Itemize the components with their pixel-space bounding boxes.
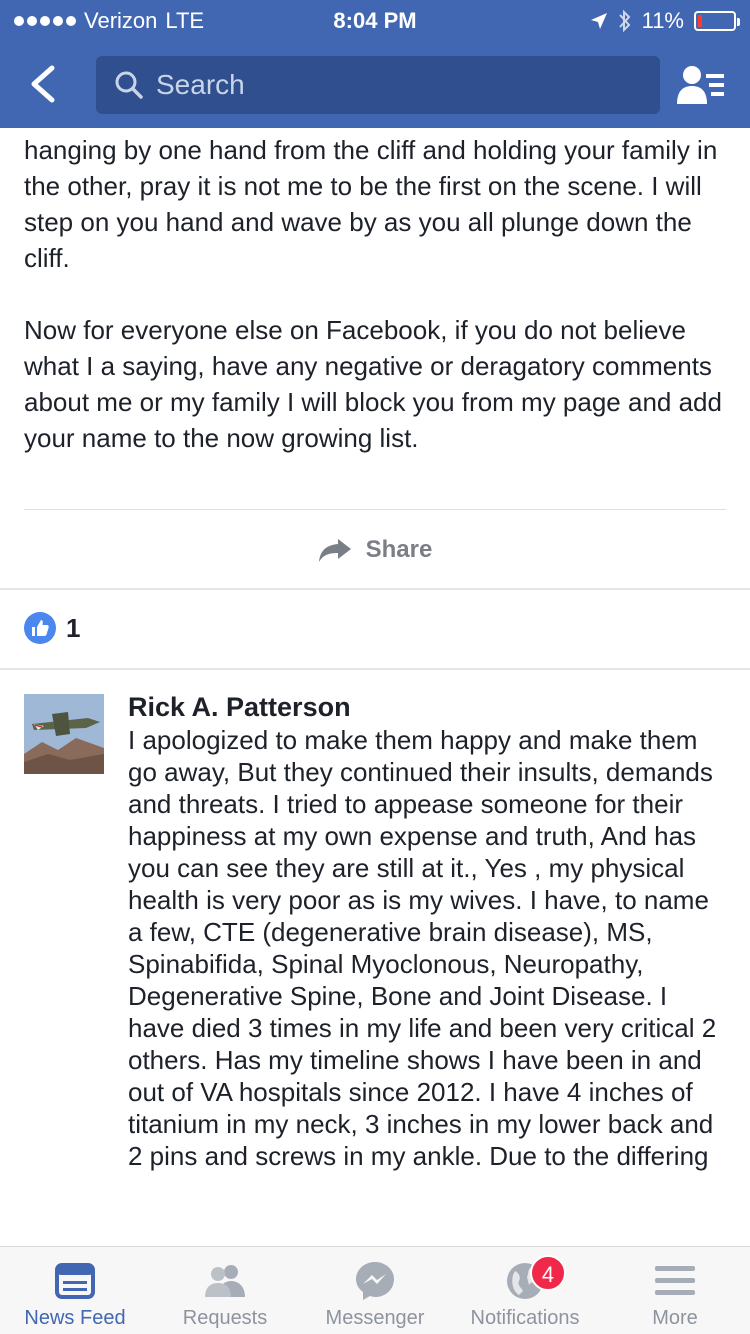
tab-bar: News Feed Requests Messenger 4 Notificat… — [0, 1246, 750, 1334]
comment-author[interactable]: Rick A. Patterson — [128, 692, 728, 722]
tab-requests[interactable]: Requests — [150, 1247, 300, 1334]
tab-label: Messenger — [325, 1307, 425, 1329]
messenger-icon — [353, 1259, 397, 1303]
tab-news-feed[interactable]: News Feed — [0, 1247, 150, 1334]
like-count: 1 — [66, 612, 81, 643]
tab-label: Notifications — [470, 1307, 580, 1329]
bluetooth-icon — [618, 9, 630, 33]
back-arrow-icon[interactable] — [22, 62, 66, 106]
divider — [0, 588, 750, 590]
like-icon — [24, 612, 56, 644]
news-feed-icon — [53, 1259, 97, 1303]
divider — [0, 668, 750, 670]
post-text: hanging by one hand from the cliff and h… — [24, 132, 724, 492]
battery-percent: 11% — [641, 8, 684, 33]
share-label: Share — [365, 536, 433, 563]
battery-icon — [694, 11, 740, 31]
comment-text: I apologized to make them happy and make… — [128, 725, 717, 1171]
post-paragraph: Now for everyone else on Facebook, if yo… — [24, 315, 722, 453]
search-placeholder: Search — [156, 69, 245, 100]
status-bar: Verizon LTE 8:04 PM 11% — [0, 0, 750, 40]
search-input[interactable]: Search — [96, 56, 660, 114]
location-arrow-icon — [590, 13, 607, 29]
tab-messenger[interactable]: Messenger — [300, 1247, 450, 1334]
divider — [24, 509, 726, 510]
tab-label: More — [652, 1307, 698, 1329]
share-arrow-icon — [318, 539, 351, 562]
menu-icon — [653, 1259, 697, 1303]
avatar[interactable] — [24, 694, 104, 774]
comment-body: Rick A. Patterson I apologized to make t… — [128, 692, 728, 1172]
tab-label: Requests — [182, 1307, 268, 1329]
status-right: 11% — [590, 8, 740, 34]
tab-more[interactable]: More — [600, 1247, 750, 1334]
post-paragraph: hanging by one hand from the cliff and h… — [24, 135, 718, 273]
share-button[interactable]: Share — [0, 512, 750, 588]
notification-badge: 4 — [530, 1255, 566, 1291]
reaction-summary[interactable]: 1 — [24, 612, 80, 644]
tab-notifications[interactable]: 4 Notifications — [450, 1247, 600, 1334]
search-icon — [115, 71, 143, 99]
friends-list-icon[interactable] — [676, 64, 726, 106]
tab-label: News Feed — [24, 1307, 126, 1329]
battery-level — [698, 15, 702, 27]
top-bar: Verizon LTE 8:04 PM 11% Search — [0, 0, 750, 128]
friend-requests-icon — [203, 1259, 247, 1303]
navigation-bar: Search — [0, 44, 750, 128]
